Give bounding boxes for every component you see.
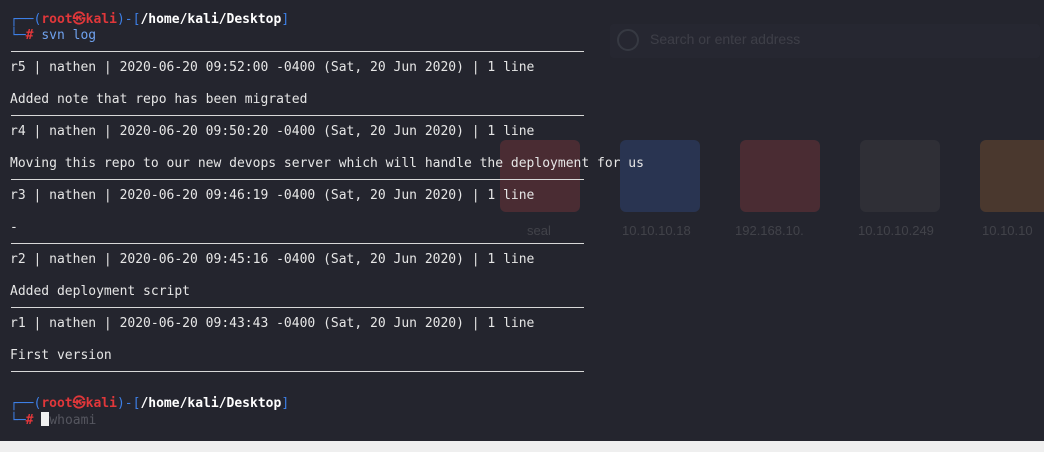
log-entry-message: Added note that repo has been migrated	[10, 92, 308, 107]
log-separator	[11, 115, 584, 116]
ghost-tile	[860, 140, 940, 212]
prompt-user: root	[41, 12, 73, 27]
prompt-host: kali	[85, 396, 117, 411]
prompt-bracket-close: ]	[281, 396, 290, 411]
log-entry-header: r1 | nathen | 2020-06-20 09:43:43 -0400 …	[10, 316, 535, 331]
prompt-symbol: #	[25, 28, 34, 43]
log-entry-message: -	[10, 220, 18, 235]
prompt-path: /home/kali/Desktop	[140, 12, 282, 27]
command-line: └─# svn log	[10, 28, 96, 44]
ghost-tile-label: 10.10.10.18	[622, 223, 691, 238]
log-entry-message: First version	[10, 348, 112, 363]
prompt-at-icon: ㉿	[72, 12, 86, 27]
prompt-bracket-close: ]	[281, 12, 290, 27]
ghost-tile-label: 10.10.10.249	[858, 223, 934, 238]
ghost-reload-icon	[617, 29, 639, 51]
log-entry-header: r2 | nathen | 2020-06-20 09:45:16 -0400 …	[10, 252, 535, 267]
prompt-line: ┌──(root㉿kali)-[/home/kali/Desktop]	[10, 396, 289, 412]
prompt-user: root	[41, 396, 73, 411]
prompt-frame-bottom: └─	[10, 28, 26, 43]
ghost-address-text: Search or enter address	[650, 31, 801, 47]
log-separator	[11, 307, 584, 308]
ghost-tile	[740, 140, 820, 212]
prompt-frame-top: ┌──(	[10, 396, 42, 411]
log-separator	[11, 51, 584, 52]
log-entry-header: r5 | nathen | 2020-06-20 09:52:00 -0400 …	[10, 60, 535, 75]
log-separator	[11, 179, 584, 180]
log-entry-message: Moving this repo to our new devops serve…	[10, 156, 644, 171]
prompt-frame-top: ┌──(	[10, 12, 42, 27]
prompt-path: /home/kali/Desktop	[140, 396, 282, 411]
ghost-tile	[620, 140, 700, 212]
prompt-bracket: )-[	[116, 396, 141, 411]
log-entry-message: Added deployment script	[10, 284, 191, 299]
log-entry-header: r3 | nathen | 2020-06-20 09:46:19 -0400 …	[10, 188, 535, 203]
prompt-frame-bottom: └─	[10, 413, 26, 428]
prompt-at-icon: ㉿	[72, 396, 86, 411]
ghost-tile	[980, 140, 1044, 212]
log-separator	[11, 243, 584, 244]
prompt-line: ┌──(root㉿kali)-[/home/kali/Desktop]	[10, 12, 289, 28]
autosuggest-hint: whoami	[49, 413, 97, 428]
prompt-bracket: )-[	[116, 12, 141, 27]
terminal-window[interactable]: Search or enter address seal 10.10.10.18…	[0, 0, 1044, 441]
log-entry-header: r4 | nathen | 2020-06-20 09:50:20 -0400 …	[10, 124, 535, 139]
prompt-host: kali	[85, 12, 117, 27]
input-line[interactable]: └─# whoami	[10, 412, 96, 429]
ghost-tile-label: 10.10.10	[982, 223, 1033, 238]
ghost-tile-label: 192.168.10.	[735, 223, 804, 238]
prompt-symbol: #	[25, 413, 34, 428]
command-text: svn log	[41, 28, 97, 43]
log-separator	[11, 371, 584, 372]
ghost-tile-label: seal	[527, 223, 551, 238]
